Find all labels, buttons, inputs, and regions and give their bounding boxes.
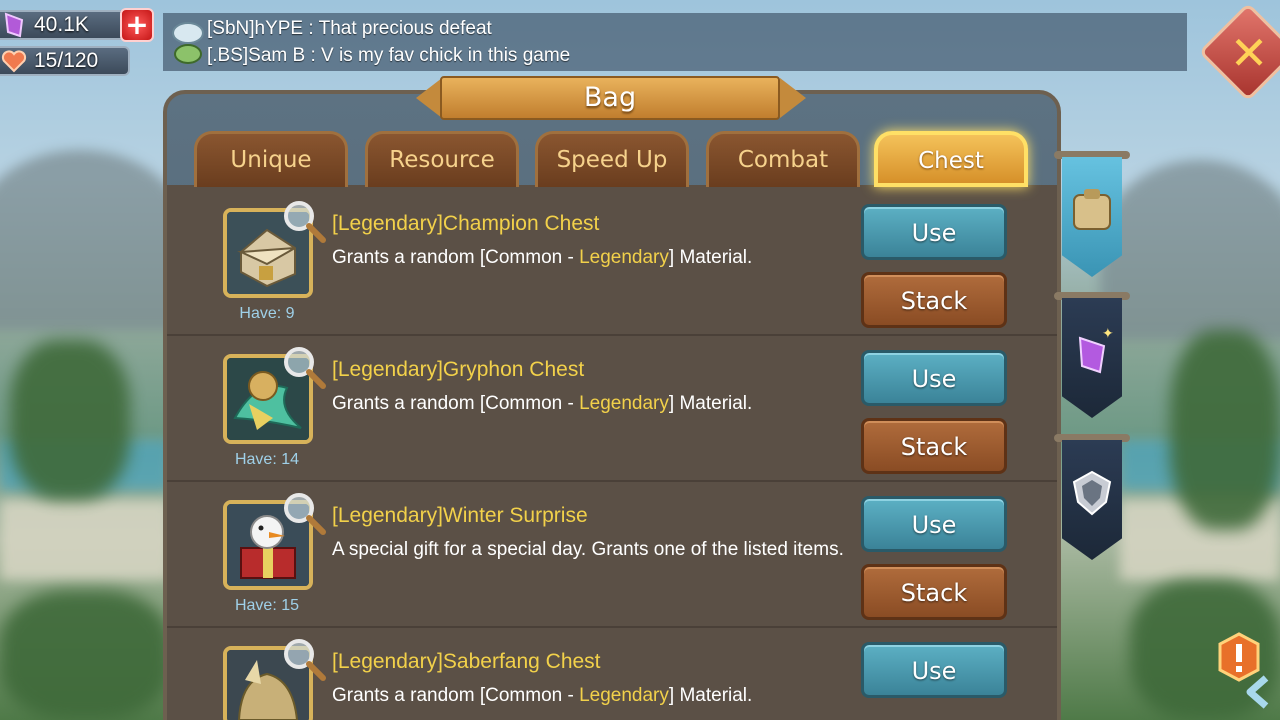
chat-message-2: [.BS]Sam B : V is my fav chick in this g… xyxy=(207,45,571,66)
close-icon[interactable]: ✕ xyxy=(1224,28,1274,78)
use-button[interactable]: Use xyxy=(861,496,1007,552)
use-button[interactable]: Use xyxy=(861,204,1007,260)
chat-message-1: [SbN]hYPE : That precious defeat xyxy=(207,18,492,39)
item-description: Grants a random [Common - Legendary] Mat… xyxy=(332,393,753,414)
stamina-value: 15/120 xyxy=(34,49,99,72)
use-button[interactable]: Use xyxy=(861,642,1007,698)
title-ornament-left xyxy=(416,78,442,118)
magnifier-icon[interactable] xyxy=(281,344,327,390)
item-description: A special gift for a special day. Grants… xyxy=(332,539,844,560)
background-scenery-left xyxy=(0,0,190,720)
stack-button[interactable]: Stack xyxy=(861,272,1007,328)
panel-title: Bag xyxy=(440,76,780,120)
stamina-counter: 15/120 xyxy=(0,46,130,76)
plus-icon: + xyxy=(125,8,149,41)
gem-icon: ✦ xyxy=(1070,326,1114,376)
bag-items-icon xyxy=(1070,185,1114,235)
tab-combat[interactable]: Combat xyxy=(706,131,860,187)
chat-ticker[interactable]: [SbN]hYPE : That precious defeat [.BS]Sa… xyxy=(163,13,1187,71)
list-item: Have: 9 [Legendary]Champion Chest Grants… xyxy=(167,190,1057,336)
chevron-left-icon[interactable] xyxy=(1238,672,1278,712)
magnifier-icon[interactable] xyxy=(281,636,327,682)
item-name: [Legendary]Champion Chest xyxy=(332,212,600,235)
item-description: Grants a random [Common - Legendary] Mat… xyxy=(332,247,753,268)
svg-text:✦: ✦ xyxy=(1102,326,1114,342)
tab-unique[interactable]: Unique xyxy=(194,131,348,187)
stack-button[interactable]: Stack xyxy=(861,564,1007,620)
item-name: [Legendary]Winter Surprise xyxy=(332,504,588,527)
use-button[interactable]: Use xyxy=(861,350,1007,406)
gems-value: 40.1K xyxy=(34,13,89,36)
add-gems-button[interactable]: + xyxy=(120,8,154,42)
list-item: Have: 14 [Legendary]Gryphon Chest Grants… xyxy=(167,336,1057,482)
item-name: [Legendary]Gryphon Chest xyxy=(332,358,585,381)
item-count: Have: 15 xyxy=(234,597,300,614)
title-ornament-right xyxy=(780,78,806,118)
chat-bubble-icon xyxy=(171,21,205,64)
item-description: Grants a random [Common - Legendary] Mat… xyxy=(332,685,753,706)
shield-icon xyxy=(1070,468,1114,518)
gem-icon xyxy=(0,11,28,39)
magnifier-icon[interactable] xyxy=(281,198,327,244)
item-count: Have: 14 xyxy=(234,451,300,468)
tab-speed-up[interactable]: Speed Up xyxy=(535,131,689,187)
tab-chest[interactable]: Chest xyxy=(874,131,1028,187)
magnifier-icon[interactable] xyxy=(281,490,327,536)
list-item: Have: 15 [Legendary]Winter Surprise A sp… xyxy=(167,482,1057,628)
heart-icon xyxy=(0,47,28,75)
tab-resource[interactable]: Resource xyxy=(365,131,519,187)
stack-button[interactable]: Stack xyxy=(861,418,1007,474)
list-item: [Legendary]Saberfang Chest Grants a rand… xyxy=(167,628,1057,720)
item-count: Have: 9 xyxy=(239,305,295,322)
item-name: [Legendary]Saberfang Chest xyxy=(332,650,601,673)
